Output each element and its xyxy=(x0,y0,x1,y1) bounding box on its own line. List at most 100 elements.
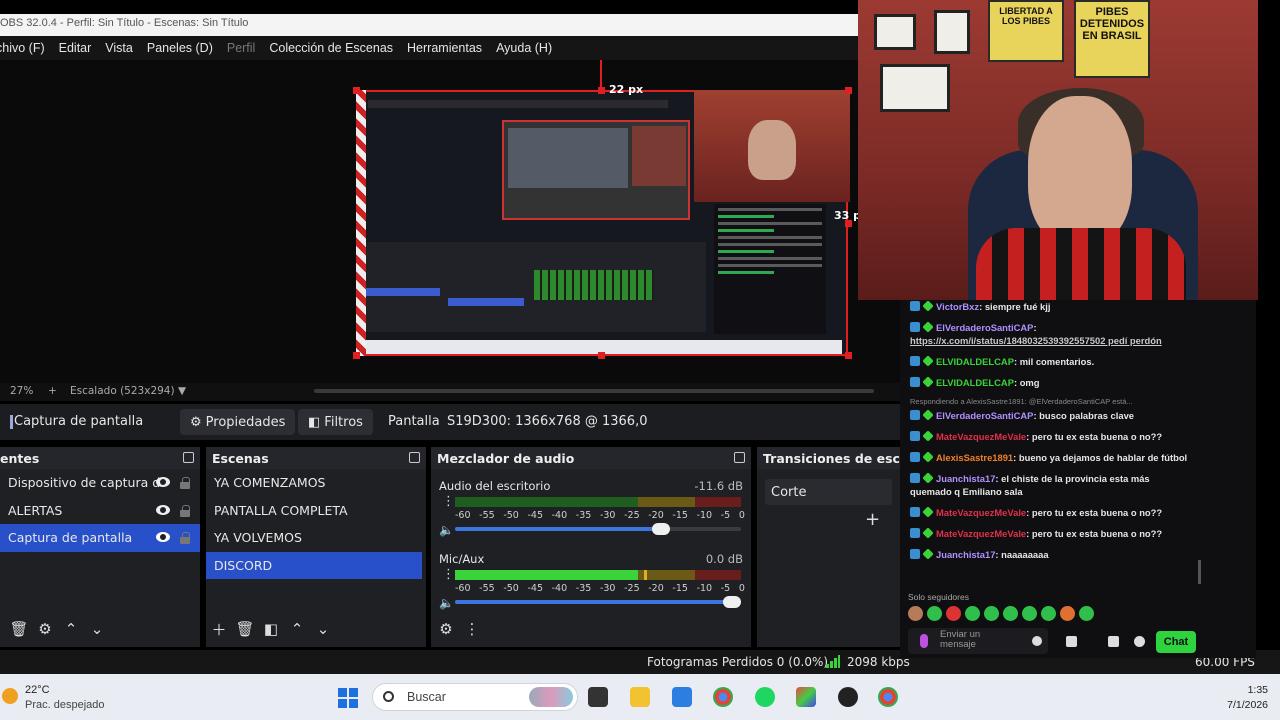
lock-icon[interactable] xyxy=(180,477,190,489)
eye-icon[interactable] xyxy=(156,532,170,542)
emote-icon[interactable] xyxy=(927,606,942,621)
move-down-icon[interactable]: ⌄ xyxy=(310,617,336,641)
weather-icon[interactable] xyxy=(2,688,18,704)
preview-scrollbar[interactable] xyxy=(314,389,874,393)
obs-icon[interactable] xyxy=(838,687,858,707)
resize-handle-tl[interactable] xyxy=(353,87,360,94)
source-item[interactable]: ALERTAS xyxy=(0,497,200,525)
emote-icon[interactable] xyxy=(1041,606,1056,621)
menu-file[interactable]: chivo (F) xyxy=(0,41,45,55)
volume-knob[interactable] xyxy=(723,596,741,608)
chrome-icon[interactable] xyxy=(878,687,898,707)
chat-message-input[interactable]: Enviar un mensaje xyxy=(908,628,1048,654)
emote-icon[interactable] xyxy=(984,606,999,621)
emote-icon[interactable] xyxy=(1022,606,1037,621)
gear-icon[interactable]: ⚙ xyxy=(433,617,459,641)
eye-icon[interactable] xyxy=(156,477,170,487)
menu-tools[interactable]: Herramientas xyxy=(407,41,482,55)
add-icon[interactable]: + xyxy=(865,509,880,530)
trash-icon[interactable]: 🗑 xyxy=(6,617,32,641)
add-icon[interactable]: ＋ xyxy=(206,617,232,641)
scene-item[interactable]: YA VOLVEMOS xyxy=(206,524,426,552)
filter-icon[interactable]: ◧ xyxy=(258,617,284,641)
add-icon[interactable]: + xyxy=(48,385,57,397)
chat-username[interactable]: MateVazquezMeVale xyxy=(936,431,1026,442)
file-explorer-icon[interactable] xyxy=(630,687,650,707)
chat-send-button[interactable]: Chat xyxy=(1156,631,1196,653)
taskbar-search[interactable]: Buscar xyxy=(372,683,578,711)
scale-mode[interactable]: Escalado (523x294) xyxy=(70,385,175,397)
emote-icon[interactable] xyxy=(1079,606,1094,621)
scene-item[interactable]: PANTALLA COMPLETA xyxy=(206,497,426,525)
chat-username[interactable]: Juanchista17 xyxy=(936,473,995,484)
scene-item-selected[interactable]: DISCORD xyxy=(206,551,422,579)
more-icon[interactable]: ⋮ xyxy=(442,568,455,581)
menu-scene-collection[interactable]: Colección de Escenas xyxy=(269,41,393,55)
more-icon[interactable]: ⋮ xyxy=(442,495,455,508)
lock-icon[interactable] xyxy=(180,504,190,517)
chat-username[interactable]: MateVazquezMeVale xyxy=(936,507,1026,518)
undock-icon[interactable] xyxy=(183,452,194,463)
chat-username[interactable]: ElVerdaderoSantiCAP xyxy=(936,322,1033,333)
emote-icon[interactable] xyxy=(1060,606,1075,621)
chat-username[interactable]: AlexisSastre1891 xyxy=(936,452,1013,463)
resize-handle-bl[interactable] xyxy=(353,352,360,359)
properties-button[interactable]: ⚙ Propiedades xyxy=(180,409,296,435)
lock-icon[interactable] xyxy=(180,532,190,544)
source-item[interactable]: Dispositivo de captura d xyxy=(0,469,200,497)
move-up-icon[interactable]: ⌃ xyxy=(284,617,310,641)
start-icon[interactable] xyxy=(338,688,358,708)
chat-username[interactable]: Juanchista17 xyxy=(936,549,995,560)
temperature[interactable]: 22°C xyxy=(25,684,50,696)
chat-username[interactable]: ElVerdaderoSantiCAP xyxy=(936,410,1033,421)
speaker-icon[interactable]: 🔈 xyxy=(439,596,454,610)
move-down-icon[interactable]: ⌄ xyxy=(84,617,110,641)
resize-handle-tr[interactable] xyxy=(845,87,852,94)
emote-icon[interactable] xyxy=(908,606,923,621)
trash-icon[interactable]: 🗑 xyxy=(232,617,258,641)
weather-description[interactable]: Prac. despejado xyxy=(25,699,105,711)
emote-icon[interactable] xyxy=(965,606,980,621)
emote-icon[interactable] xyxy=(1003,606,1018,621)
gift-icon[interactable] xyxy=(1108,636,1119,647)
chat-username[interactable]: VictorBxz xyxy=(936,301,979,312)
chat-link[interactable]: https://x.com/i/status/18480325393925575… xyxy=(910,335,1162,346)
emote-icon[interactable] xyxy=(946,606,961,621)
move-up-icon[interactable]: ⌃ xyxy=(58,617,84,641)
chat-username[interactable]: MateVazquezMeVale xyxy=(936,528,1026,539)
menu-profile[interactable]: Perfil xyxy=(227,41,255,55)
spotify-icon[interactable] xyxy=(755,687,775,707)
speaker-icon[interactable]: 🔈 xyxy=(439,523,454,537)
volume-slider[interactable] xyxy=(455,596,741,608)
gear-icon[interactable] xyxy=(1134,636,1145,647)
resize-handle-b[interactable] xyxy=(598,352,605,359)
resize-handle-t[interactable] xyxy=(598,87,605,94)
filters-button[interactable]: ◧ Filtros xyxy=(298,409,373,435)
chevron-down-icon[interactable]: ▼ xyxy=(178,385,186,397)
microphone-icon[interactable] xyxy=(920,634,928,648)
display-select[interactable]: S19D300: 1366x768 @ 1366,0 xyxy=(447,414,647,429)
menu-docks[interactable]: Paneles (D) xyxy=(147,41,213,55)
scene-item[interactable]: YA COMENZAMOS xyxy=(206,469,426,497)
gear-icon[interactable]: ⚙ xyxy=(32,617,58,641)
task-view-icon[interactable] xyxy=(588,687,608,707)
preview-selected-source[interactable] xyxy=(356,90,850,356)
app-stack-icon[interactable] xyxy=(796,687,816,707)
resize-handle-br[interactable] xyxy=(845,352,852,359)
volume-knob[interactable] xyxy=(651,523,670,535)
chat-scrollbar[interactable] xyxy=(1198,560,1201,584)
volume-slider[interactable] xyxy=(455,523,741,535)
points-icon[interactable] xyxy=(1066,636,1077,647)
chat-username[interactable]: ELVIDALDELCAP xyxy=(936,356,1014,367)
menu-edit[interactable]: Editar xyxy=(59,41,92,55)
eye-icon[interactable] xyxy=(156,504,170,515)
outlook-icon[interactable] xyxy=(672,687,692,707)
menu-view[interactable]: Vista xyxy=(105,41,133,55)
emoji-icon[interactable] xyxy=(1032,636,1042,646)
system-clock[interactable]: 1:35 7/1/2026 xyxy=(1227,683,1268,713)
menu-help[interactable]: Ayuda (H) xyxy=(496,41,552,55)
chat-username[interactable]: ELVIDALDELCAP xyxy=(936,377,1014,388)
undock-icon[interactable] xyxy=(409,452,420,463)
more-icon[interactable]: ⋮ xyxy=(459,617,485,641)
chrome-icon[interactable] xyxy=(713,687,733,707)
